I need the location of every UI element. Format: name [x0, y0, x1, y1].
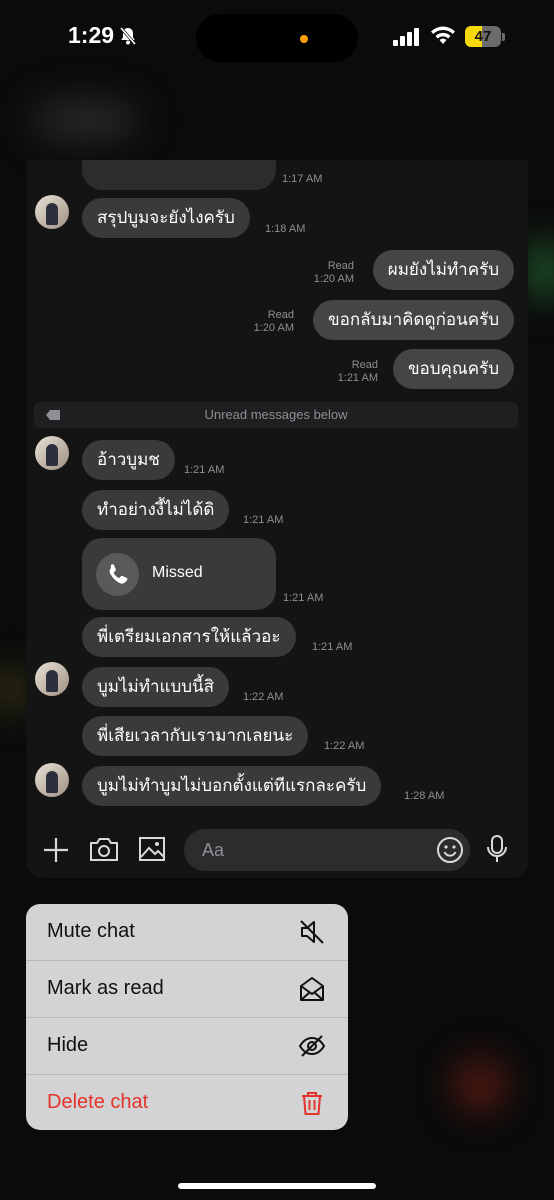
message-time: 1:21 AM: [243, 514, 284, 526]
message-bubble[interactable]: ขอกลับมาคิดดูก่อนครับ: [313, 300, 514, 340]
message-time: 1:17 AM: [282, 173, 323, 185]
message-time: 1:20 AM: [313, 273, 354, 285]
menu-item-label: Delete chat: [47, 1091, 149, 1113]
message-bubble[interactable]: อ้าวบูมช: [82, 440, 175, 480]
unread-divider-label: Unread messages below: [204, 407, 348, 422]
avatar: [35, 662, 69, 696]
menu-item-mark-as-read[interactable]: Mark as read: [26, 961, 348, 1018]
unread-divider: Unread messages below: [34, 402, 518, 428]
avatar: [35, 763, 69, 797]
read-label: Read: [327, 260, 354, 272]
menu-item-label: Hide: [47, 1034, 89, 1056]
privacy-indicator: [300, 35, 308, 43]
avatar: [35, 195, 69, 229]
message-input-placeholder: Aa: [202, 840, 225, 860]
status-bar: 1:29 47: [0, 0, 554, 80]
battery-indicator: 47: [465, 26, 501, 47]
missed-call-bubble[interactable]: Missed: [82, 538, 276, 610]
read-receipt: Read 1:20 AM: [314, 260, 354, 286]
message-bubble[interactable]: สรุปบูมจะยังไงครับ: [82, 198, 250, 238]
wifi-icon: [431, 26, 455, 44]
message-time: 1:21 AM: [337, 372, 378, 384]
message-bubble[interactable]: ขอบคุณครับ: [392, 349, 514, 389]
read-receipt: Read 1:20 AM: [254, 309, 294, 335]
menu-item-mute-chat[interactable]: Mute chat: [26, 904, 348, 961]
message-time: 1:21 AM: [312, 641, 353, 653]
read-label: Read: [267, 309, 294, 321]
message-bubble[interactable]: บูมไม่ทำแบบนี้สิ: [82, 667, 230, 707]
message-time: 1:22 AM: [243, 691, 284, 703]
menu-item-hide[interactable]: Hide: [26, 1018, 348, 1075]
call-status: Missed: [152, 564, 203, 581]
message-time: 1:21 AM: [184, 464, 225, 476]
message-time: 1:20 AM: [253, 322, 294, 334]
emoji-icon[interactable]: [436, 836, 464, 864]
home-indicator[interactable]: [178, 1183, 376, 1189]
camera-icon[interactable]: [89, 836, 119, 862]
menu-item-label: Mark as read: [47, 977, 164, 999]
message-time: 1:28 AM: [404, 790, 445, 802]
avatar: [35, 436, 69, 470]
battery-cap: [502, 33, 505, 41]
message-time: 1:21 AM: [283, 592, 324, 604]
message-bubble[interactable]: พี่เสียเวลากับเรามากเลยนะ: [82, 716, 309, 756]
cellular-signal-icon: [393, 28, 419, 46]
message-bubble[interactable]: ทำอย่างงี้ไม่ได้ดิ: [82, 490, 230, 530]
battery-percent: 47: [474, 28, 492, 45]
chat-context-menu: Mute chat Mark as read Hide Delete chat: [26, 904, 348, 1130]
message-time: 1:22 AM: [324, 740, 365, 752]
bell-muted-icon: [119, 27, 137, 45]
background-blur: [30, 100, 140, 140]
call-bubble-partial: [82, 160, 276, 190]
eye-slash-icon: [298, 1035, 326, 1057]
message-input[interactable]: Aa: [184, 829, 470, 871]
tag-icon: [46, 410, 60, 420]
menu-item-delete-chat[interactable]: Delete chat: [26, 1075, 348, 1130]
message-time: 1:18 AM: [265, 223, 306, 235]
message-bubble[interactable]: ผมยังไม่ทำครับ: [372, 250, 514, 290]
phone-icon: [96, 553, 139, 596]
speaker-mute-icon: [300, 920, 324, 944]
background-blur: [455, 1060, 505, 1110]
image-icon[interactable]: [138, 836, 166, 862]
message-bubble[interactable]: บูมไม่ทำบูมไม่บอกตั้งแต่ทีแรกละครับ: [82, 766, 382, 806]
read-label: Read: [351, 359, 378, 371]
status-time: 1:29: [68, 22, 115, 48]
trash-icon: [302, 1092, 322, 1115]
menu-item-label: Mute chat: [47, 920, 135, 942]
message-bubble[interactable]: พี่เตรียมเอกสารให้แล้วอะ: [82, 617, 296, 657]
envelope-open-icon: [300, 977, 324, 1001]
dynamic-island: [196, 14, 358, 62]
read-receipt: Read 1:21 AM: [338, 359, 378, 385]
plus-icon[interactable]: [42, 836, 70, 864]
microphone-icon[interactable]: [486, 834, 508, 864]
message-composer: Aa: [26, 820, 528, 878]
chat-preview: 1:17 AM สรุปบูมจะยังไงครับ 1:18 AM Read …: [26, 160, 528, 878]
